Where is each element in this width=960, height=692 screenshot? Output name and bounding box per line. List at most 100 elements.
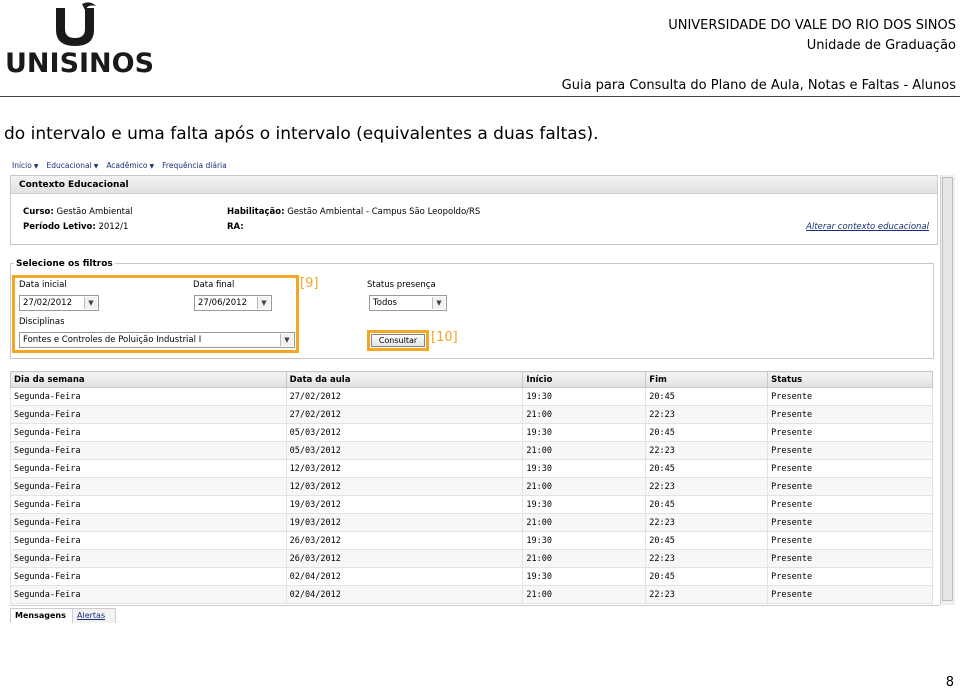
table-cell: Presente: [767, 495, 933, 514]
filters-title: Selecione os filtros: [14, 259, 115, 269]
table-row: Segunda-Feira 02/04/2012 21:00 22:23 Present…: [10, 585, 933, 604]
table-cell: 20:45: [645, 459, 769, 478]
table-cell: Segunda-Feira: [10, 585, 287, 604]
table-cell: Segunda-Feira: [10, 495, 287, 514]
table-cell: Segunda-Feira: [10, 441, 287, 460]
table-row: Segunda-Feira 27/02/2012 19:30 20:45 Present…: [10, 387, 933, 406]
table-cell: Presente: [767, 405, 933, 424]
table-cell: Presente: [767, 387, 933, 406]
table-cell: 20:45: [645, 567, 769, 586]
table-cell: Segunda-Feira: [10, 567, 287, 586]
col-inicio[interactable]: Início: [522, 371, 647, 388]
curso-field: Curso: Gestão Ambiental: [23, 207, 133, 217]
ra-field: RA:: [227, 222, 244, 232]
status-presenca-label: Status presença: [367, 280, 436, 290]
nav-item-frequencia[interactable]: Frequência diária: [162, 161, 227, 170]
table-cell: Segunda-Feira: [10, 513, 287, 532]
table-cell: 20:45: [645, 531, 769, 550]
table-cell: Presente: [767, 441, 933, 460]
table-cell: 21:00: [522, 405, 647, 424]
table-cell: 19:30: [522, 459, 647, 478]
col-status[interactable]: Status: [767, 371, 933, 388]
page-scrollbar[interactable]: [940, 175, 955, 605]
header-divider: [0, 96, 960, 97]
table-cell: 02/04/2012: [285, 585, 524, 604]
table-cell: 20:45: [645, 387, 769, 406]
guide-title: Guia para Consulta do Plano de Aula, Not…: [561, 78, 956, 93]
table-cell: 22:23: [645, 549, 769, 568]
table-row: Segunda-Feira 12/03/2012 19:30 20:45 Present…: [10, 459, 933, 478]
table-cell: 22:23: [645, 441, 769, 460]
table-cell: 21:00: [522, 441, 647, 460]
table-cell: 19:30: [522, 531, 647, 550]
table-cell: Segunda-Feira: [10, 477, 287, 496]
nav-item-inicio[interactable]: Início ▼: [12, 161, 38, 170]
annotation-9: [9]: [300, 276, 319, 291]
status-presenca-select[interactable]: Todos ▼: [369, 295, 447, 311]
table-cell: 26/03/2012: [285, 531, 524, 550]
nav-item-educacional[interactable]: Educacional ▼: [46, 161, 98, 170]
table-cell: 05/03/2012: [285, 441, 524, 460]
table-cell: Presente: [767, 549, 933, 568]
table-cell: 27/02/2012: [285, 387, 524, 406]
table-row: Segunda-Feira 26/03/2012 19:30 20:45 Present…: [10, 531, 933, 550]
table-cell: Segunda-Feira: [10, 549, 287, 568]
table-cell: 26/03/2012: [285, 549, 524, 568]
table-cell: 22:23: [645, 405, 769, 424]
page-number: 8: [945, 675, 954, 690]
context-panel-title: Contexto Educacional: [11, 176, 937, 194]
table-row: Segunda-Feira 02/04/2012 19:30 20:45 Present…: [10, 567, 933, 586]
table-cell: 22:23: [645, 513, 769, 532]
table-row: Segunda-Feira 27/02/2012 21:00 22:23 Present…: [10, 405, 933, 424]
table-cell: 19/03/2012: [285, 513, 524, 532]
annotation-10: [10]: [431, 330, 458, 345]
table-cell: 20:45: [645, 495, 769, 514]
table-row: Segunda-Feira 12/03/2012 21:00 22:23 Present…: [10, 477, 933, 496]
table-cell: 21:00: [522, 513, 647, 532]
context-panel: Contexto Educacional Curso: Gestão Ambie…: [10, 175, 938, 245]
attendance-table: Dia da semana Data da aula Início Fim St…: [10, 371, 933, 604]
col-data-aula[interactable]: Data da aula: [285, 371, 524, 388]
table-header-row: Dia da semana Data da aula Início Fim St…: [10, 371, 933, 388]
table-cell: 19:30: [522, 567, 647, 586]
chevron-down-icon: ▼: [432, 297, 445, 309]
table-cell: 27/02/2012: [285, 405, 524, 424]
university-name: UNIVERSIDADE DO VALE DO RIO DOS SINOS: [668, 18, 956, 33]
unisinos-logo-icon: [56, 2, 96, 46]
table-cell: 12/03/2012: [285, 459, 524, 478]
consultar-button[interactable]: Consultar: [371, 334, 425, 347]
table-cell: 12/03/2012: [285, 477, 524, 496]
nav-item-academico[interactable]: Acadêmico ▼: [106, 161, 154, 170]
table-cell: Presente: [767, 423, 933, 442]
table-cell: 22:23: [645, 477, 769, 496]
table-row: Segunda-Feira 26/03/2012 21:00 22:23 Present…: [10, 549, 933, 568]
table-cell: 21:00: [522, 549, 647, 568]
system-screenshot: Início ▼ Educacional ▼ Acadêmico ▼ Frequênc…: [6, 157, 960, 625]
table-cell: 19/03/2012: [285, 495, 524, 514]
change-context-link[interactable]: Alterar contexto educacional: [806, 222, 929, 232]
tab-alertas[interactable]: Alertas: [72, 608, 116, 623]
table-cell: 21:00: [522, 477, 647, 496]
table-row: Segunda-Feira 05/03/2012 21:00 22:23 Present…: [10, 441, 933, 460]
table-cell: 22:23: [645, 585, 769, 604]
table-cell: 20:45: [645, 423, 769, 442]
col-fim[interactable]: Fim: [645, 371, 769, 388]
habilitacao-field: Habilitação: Gestão Ambiental - Campus S…: [227, 207, 481, 217]
table-cell: Presente: [767, 531, 933, 550]
table-row: Segunda-Feira 05/03/2012 19:30 20:45 Present…: [10, 423, 933, 442]
table-cell: 02/04/2012: [285, 567, 524, 586]
top-nav: Início ▼ Educacional ▼ Acadêmico ▼ Frequênc…: [12, 161, 227, 170]
table-cell: Segunda-Feira: [10, 459, 287, 478]
periodo-field: Período Letivo: 2012/1: [23, 222, 129, 232]
col-dia-semana[interactable]: Dia da semana: [10, 371, 287, 388]
tab-mensagens[interactable]: Mensagens: [10, 608, 76, 623]
highlight-box-9: [12, 275, 299, 353]
table-cell: 21:00: [522, 585, 647, 604]
logo-text: UNISINOS: [5, 48, 155, 79]
table-row: Segunda-Feira 19/03/2012 19:30 20:45 Present…: [10, 495, 933, 514]
bottom-tabs: Mensagens Alertas: [10, 605, 940, 625]
university-unit: Unidade de Graduação: [806, 38, 956, 53]
table-cell: Presente: [767, 567, 933, 586]
table-cell: Segunda-Feira: [10, 531, 287, 550]
scrollbar-thumb[interactable]: [942, 177, 953, 601]
